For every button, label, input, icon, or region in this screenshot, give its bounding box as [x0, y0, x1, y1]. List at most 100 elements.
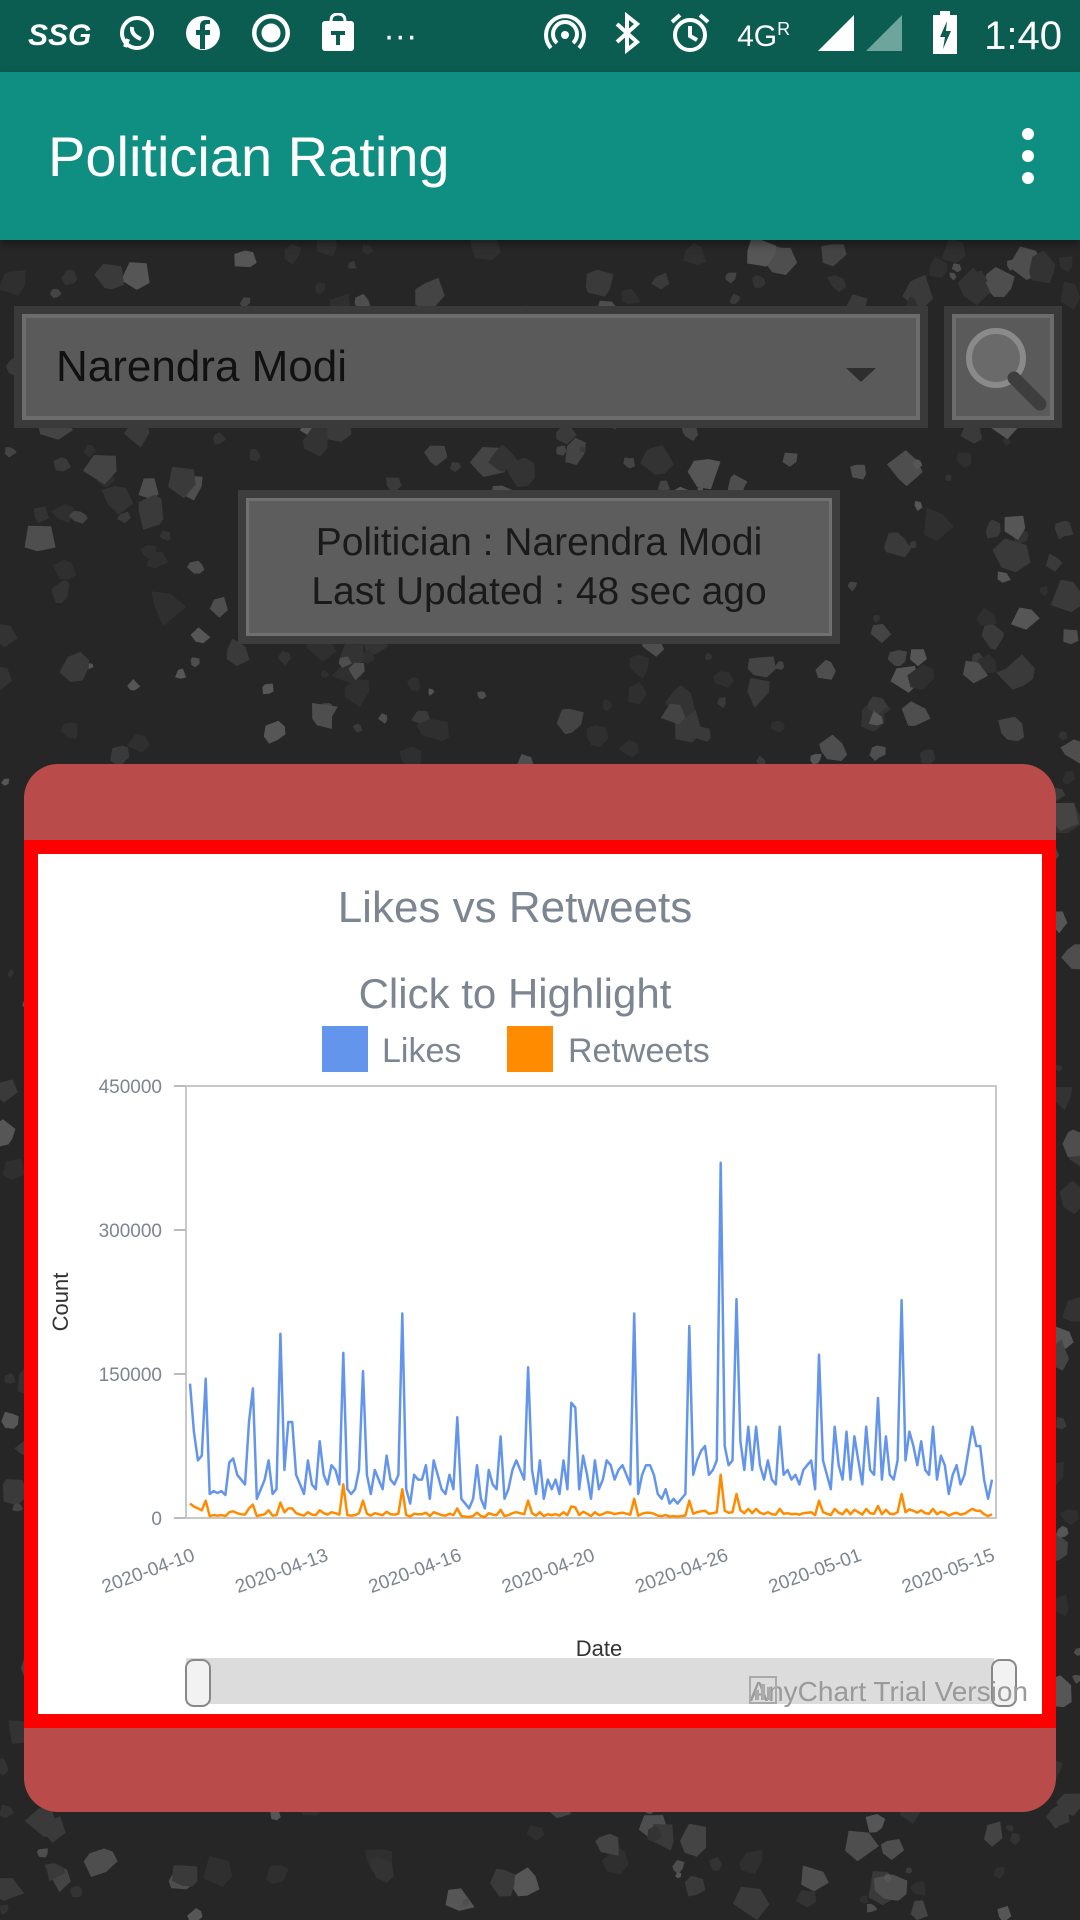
clock: 1:40 — [984, 13, 1062, 58]
terrazzo-chip — [1056, 1525, 1069, 1538]
status-bar-left: SSG ··· — [28, 11, 417, 61]
overflow-dot — [1022, 128, 1034, 140]
terrazzo-chip — [424, 445, 448, 467]
terrazzo-chip — [83, 1848, 118, 1877]
terrazzo-chip — [4, 447, 17, 458]
terrazzo-chip — [190, 627, 211, 644]
terrazzo-chip — [51, 504, 74, 524]
terrazzo-chip — [618, 739, 640, 758]
terrazzo-chip — [672, 1860, 685, 1875]
terrazzo-chip — [49, 288, 62, 298]
search-button[interactable] — [944, 306, 1062, 428]
terrazzo-chip — [362, 243, 374, 255]
terrazzo-chip — [470, 240, 501, 261]
terrazzo-chip — [0, 1079, 18, 1103]
terrazzo-chip — [623, 457, 636, 469]
terrazzo-chip — [265, 1865, 289, 1885]
terrazzo-chip — [717, 697, 726, 709]
whatsapp-icon — [117, 13, 157, 59]
terrazzo-chip — [751, 274, 766, 288]
terrazzo-chip — [263, 720, 286, 744]
anychart-watermark[interactable]: AnyChart Trial Version — [749, 1676, 1028, 1708]
terrazzo-chip — [407, 676, 420, 691]
anychart-logo-icon — [749, 1676, 778, 1704]
terrazzo-chip — [138, 494, 164, 530]
terrazzo-chip — [910, 1880, 926, 1896]
x-tick-label: 2020-04-26 — [633, 1545, 732, 1598]
terrazzo-chip — [810, 753, 822, 765]
terrazzo-chip — [7, 969, 14, 978]
terrazzo-chip — [869, 745, 886, 761]
terrazzo-chip — [284, 243, 302, 265]
terrazzo-chip — [151, 591, 186, 627]
terrazzo-chip — [1058, 256, 1073, 272]
terrazzo-chip — [1011, 607, 1040, 630]
terrazzo-chip — [175, 668, 187, 679]
terrazzo-chip — [951, 263, 962, 273]
terrazzo-chip — [865, 1814, 886, 1833]
x-tick-label: 2020-05-01 — [766, 1545, 865, 1598]
overflow-menu-button[interactable] — [998, 116, 1058, 196]
terrazzo-chip — [998, 716, 1025, 742]
terrazzo-chip — [1073, 1647, 1080, 1656]
terrazzo-chip — [0, 1758, 9, 1776]
legend-label-likes[interactable]: Likes — [382, 1032, 461, 1070]
status-bar: SSG ··· 4GR 1:40 — [0, 0, 1080, 72]
terrazzo-chip — [997, 571, 1011, 583]
terrazzo-chip — [0, 1904, 9, 1915]
terrazzo-chip — [738, 1849, 763, 1874]
roaming-indicator: R — [777, 19, 791, 39]
terrazzo-chip — [770, 720, 786, 733]
range-slider-left-handle[interactable] — [185, 1659, 211, 1707]
terrazzo-chip — [621, 288, 642, 305]
politician-dropdown-value: Narendra Modi — [56, 342, 348, 391]
terrazzo-chip — [1045, 553, 1063, 572]
terrazzo-chip — [234, 250, 257, 268]
politician-dropdown[interactable]: Narendra Modi — [14, 306, 928, 428]
terrazzo-chip — [312, 703, 338, 729]
likes-vs-retweets-chart[interactable]: Likes vs Retweets Click to Highlight Lik… — [38, 854, 1042, 1714]
ring-icon — [249, 11, 293, 61]
terrazzo-chip — [919, 749, 936, 764]
terrazzo-chip — [0, 1878, 25, 1901]
terrazzo-chip — [709, 1857, 722, 1871]
terrazzo-chip — [101, 486, 134, 515]
legend-swatch-likes — [322, 1026, 368, 1072]
terrazzo-chip — [449, 462, 461, 473]
terrazzo-chip — [675, 1873, 682, 1879]
terrazzo-chip — [1005, 1825, 1014, 1832]
terrazzo-chip — [4, 1372, 16, 1384]
more-notifications-icon: ··· — [383, 17, 418, 55]
terrazzo-chip — [1062, 1129, 1080, 1158]
terrazzo-chip — [2, 1158, 26, 1180]
overflow-dot — [1022, 150, 1034, 162]
signal-icon — [816, 13, 906, 59]
terrazzo-chip — [1058, 731, 1068, 741]
terrazzo-chip — [976, 607, 997, 626]
x-tick-label: 2020-04-16 — [366, 1545, 465, 1598]
terrazzo-chip — [629, 654, 649, 679]
terrazzo-chip — [880, 1839, 905, 1860]
last-updated-line: Last Updated : 48 sec ago — [311, 570, 767, 613]
terrazzo-chip — [33, 506, 49, 523]
network-type-label: 4GR — [737, 20, 790, 52]
chart-subtitle[interactable]: Click to Highlight — [359, 970, 672, 1017]
terrazzo-chip — [993, 1866, 1005, 1879]
terrazzo-chip — [511, 1867, 540, 1897]
terrazzo-chip — [901, 701, 931, 726]
terrazzo-chip — [61, 269, 78, 286]
terrazzo-chip — [0, 667, 12, 691]
terrazzo-chip — [684, 1875, 706, 1897]
search-icon — [966, 328, 1047, 411]
terrazzo-chip — [725, 272, 737, 284]
terrazzo-chip — [747, 656, 776, 678]
terrazzo-chip — [870, 623, 892, 644]
chart-frame: Likes vs Retweets Click to Highlight Lik… — [24, 840, 1056, 1728]
terrazzo-chip — [1055, 1064, 1063, 1072]
bluetooth-icon — [613, 11, 643, 60]
terrazzo-chip — [923, 507, 954, 542]
terrazzo-chip — [981, 623, 1004, 650]
terrazzo-chip — [827, 275, 847, 293]
legend-label-retweets[interactable]: Retweets — [568, 1032, 710, 1070]
terrazzo-chip — [602, 698, 613, 712]
